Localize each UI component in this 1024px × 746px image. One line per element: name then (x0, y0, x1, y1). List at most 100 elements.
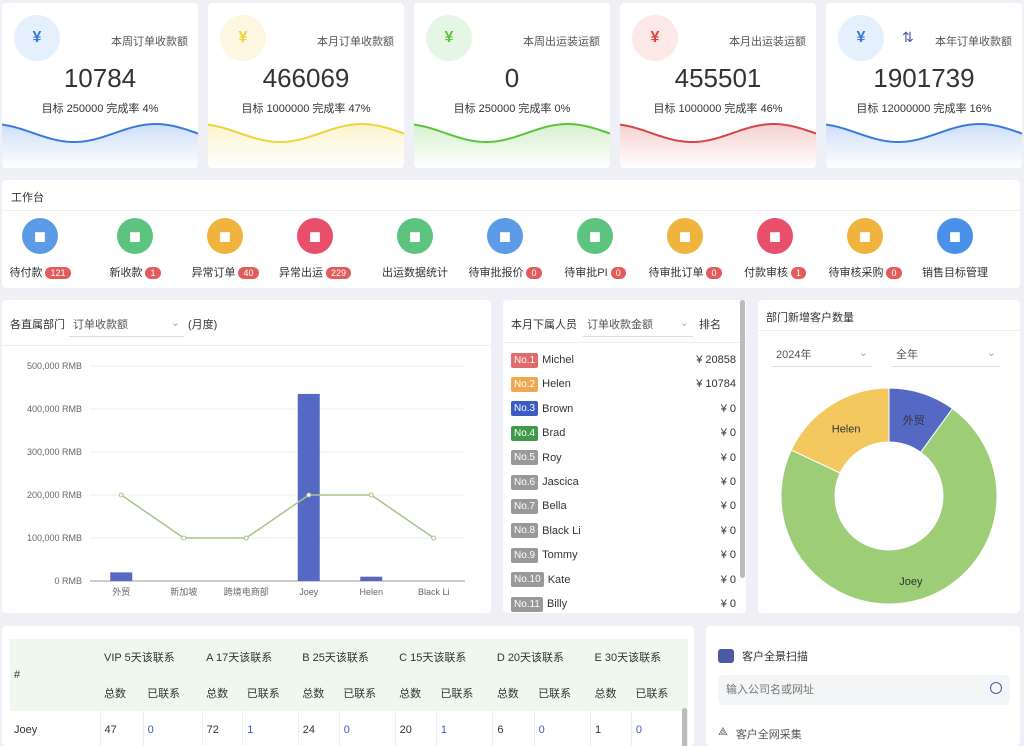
ranking-row[interactable]: No.2 Helen ¥ 10784 (511, 375, 736, 393)
contacted-link[interactable]: 0 (339, 711, 396, 746)
sub-header: 总数 (496, 688, 519, 700)
ranking-row[interactable]: No.9 Tommy ¥ 0 (511, 546, 736, 564)
group-header: VIP 5天该联系 (104, 652, 175, 664)
person-name: Tommy (542, 549, 578, 562)
rank-badge: No.1 (511, 352, 539, 368)
rank-badge: No.10 (511, 572, 544, 588)
camera-icon (718, 649, 734, 663)
sub-header: 总数 (302, 688, 325, 700)
workbench-panel: 工作台 ◼ 待付款 121 ◼ 新收款 1 ◼ 异常订单 40 ◼ 异常出运 229 ◼ 出运数据统计 ◼ 待… (2, 180, 1020, 288)
customer-pie-panel: 部门新增客户数量 2024年 ⌄ 全年 ⌄ 外贸 Joey Helen (758, 300, 1020, 613)
rank-badge: No.11 (511, 596, 543, 612)
line-point[interactable] (118, 492, 124, 498)
bar[interactable] (297, 393, 320, 581)
table-scrollbar[interactable] (682, 708, 687, 746)
rank-badge: No.5 (511, 450, 539, 466)
ranking-row[interactable]: No.3 Brown ¥ 0 (511, 400, 736, 418)
slice-label: Helen (832, 423, 861, 435)
total-cell: 20 (395, 711, 437, 746)
line-point[interactable] (181, 535, 187, 541)
ranking-row[interactable]: No.1 Michel ¥ 20858 (511, 351, 736, 369)
ranking-row[interactable]: No.8 Black Li ¥ 0 (511, 522, 736, 540)
ranking-panel: 本月下属人员 订单收款金额 ⌄ 排名 No.1 Michel ¥ 20858 No.2 H… (503, 300, 746, 613)
bar-chart: 0 RMB 100,000 RMB 200,000 RMB 300,000 RMB 40… (27, 361, 465, 597)
ranking-scrollbar[interactable] (740, 300, 745, 578)
ranking-row[interactable]: No.6 Jascica ¥ 0 (511, 473, 736, 491)
rank-badge: No.4 (511, 425, 539, 441)
sub-header: 已联系 (147, 688, 181, 700)
ranking-row[interactable]: No.5 Roy ¥ 0 (511, 449, 736, 467)
workbench-item[interactable]: ◼ 销售目标管理 (910, 218, 1000, 280)
workbench-item[interactable]: ◼ 待审核采购 0 (820, 218, 910, 280)
ranking-row[interactable]: No.11 Billy ¥ 0 (511, 595, 736, 613)
row-name: Joey (10, 711, 101, 746)
sub-header: 已联系 (635, 688, 669, 700)
stamp-icon: ◼ (667, 218, 703, 254)
slice-label: Joey (899, 576, 923, 588)
workbench-item-label: 出运数据统计 (382, 267, 448, 279)
line-point[interactable] (431, 535, 437, 541)
company-search[interactable] (718, 675, 1010, 705)
person-name: Jascica (542, 476, 579, 488)
group-header: D 20天该联系 (496, 652, 565, 664)
collect-link[interactable]: 客户全网采集 (736, 726, 802, 742)
workbench-item-label: 待审批PI (564, 267, 608, 279)
contacted-link[interactable]: 1 (436, 711, 494, 746)
person-name: Black Li (542, 524, 581, 537)
order-star-icon: ◼ (207, 218, 243, 254)
ranking-metric-select[interactable]: 订单收款金额 ⌄ (583, 316, 693, 337)
workbench-item[interactable]: ◼ 出运数据统计 (370, 218, 460, 280)
workbench-item[interactable]: ◼ 待审批订单 0 (640, 218, 730, 280)
card-value: 0 (504, 63, 520, 93)
line-point[interactable] (306, 492, 312, 498)
search-icon[interactable] (990, 682, 1002, 694)
yen-icon: ¥ (838, 15, 884, 61)
slice-label: 外贸 (903, 414, 925, 427)
workbench-item[interactable]: ◼ 异常订单 40 (180, 218, 270, 280)
person-name: Kate (547, 573, 571, 586)
x-tick-label: 新加坡 (170, 586, 197, 597)
workbench-item[interactable]: ◼ 付款审核 1 (730, 218, 820, 280)
contacted-link[interactable]: 0 (143, 711, 203, 746)
person-name: Michel (542, 354, 574, 366)
monitor-chart-icon: ◼ (397, 218, 433, 254)
count-badge: 1 (145, 267, 161, 279)
amount: ¥ 0 (720, 476, 736, 488)
count-badge: 121 (45, 267, 71, 279)
amount: ¥ 0 (720, 402, 736, 415)
ranking-row[interactable]: No.4 Brad ¥ 0 (511, 424, 736, 442)
workbench-item[interactable]: ◼ 待付款 121 (0, 218, 85, 280)
y-tick-label: 500,000 RMB (27, 361, 82, 371)
person-name: Brown (542, 402, 574, 415)
sub-header: 已联系 (538, 688, 572, 700)
stat-card: ¥ ⇅ 本年订单收款额 1901739 目标 12000000 完成率 16% (826, 3, 1022, 168)
amount: ¥ 0 (720, 451, 736, 464)
cart-icon: ◼ (847, 218, 883, 254)
y-tick-label: 0 RMB (54, 576, 82, 586)
amount: ¥ 0 (720, 573, 736, 586)
line-point[interactable] (243, 535, 249, 541)
total-cell: 72 (202, 711, 244, 746)
bar[interactable] (360, 576, 383, 581)
count-badge: 0 (706, 267, 722, 279)
workbench-item-label: 待审核采购 (828, 267, 884, 279)
ranking-row[interactable]: No.10 Kate ¥ 0 (511, 571, 736, 589)
company-search-input[interactable] (718, 675, 968, 705)
ranking-row[interactable]: No.7 Bella ¥ 0 (511, 497, 736, 515)
contacted-link[interactable]: 1 (242, 711, 299, 746)
workbench-item[interactable]: ◼ 异常出运 229 (270, 218, 360, 280)
line-point[interactable] (368, 492, 374, 498)
contacted-link[interactable]: 0 (534, 711, 591, 746)
workbench-item[interactable]: ◼ 待审批PI 0 (550, 218, 640, 280)
workbench-item[interactable]: ◼ 新收款 1 (90, 218, 180, 280)
y-tick-label: 100,000 RMB (27, 533, 82, 543)
card-value: 1901739 (873, 63, 975, 93)
table-row: Joey 47 0 72 1 24 0 20 1 6 0 1 0 (10, 711, 689, 746)
amount: ¥ 20858 (696, 354, 736, 366)
workbench-item-label: 付款审核 (743, 267, 788, 279)
person-name: Brad (542, 427, 566, 440)
contacted-link[interactable]: 0 (631, 711, 689, 746)
workbench-item[interactable]: ◼ 待审批报价 0 (460, 218, 550, 280)
bar[interactable] (110, 572, 133, 581)
rank-badge: No.2 (511, 376, 539, 392)
